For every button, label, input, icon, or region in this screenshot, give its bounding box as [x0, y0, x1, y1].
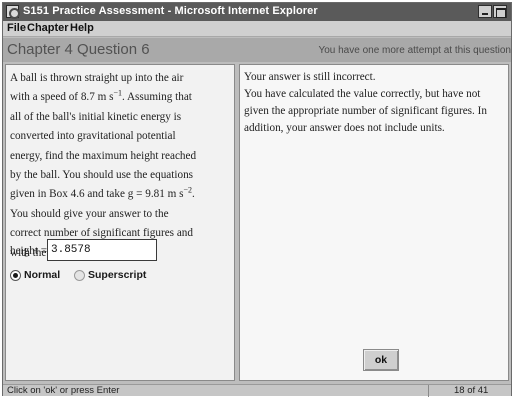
question-line: given in Box 4.6 and take g = 9.81 m s: [10, 188, 184, 201]
unit-exponent: −1: [113, 88, 122, 98]
menu-bar: File Chapter Help: [3, 21, 511, 37]
question-text: A ball is thrown straight up into the ai…: [10, 69, 232, 263]
question-line: converted into gravitational potential: [10, 130, 176, 143]
normal-radio-label[interactable]: Normal: [24, 269, 60, 281]
question-line: You should give your answer to the: [10, 207, 169, 220]
answer-label: height =: [10, 245, 48, 257]
feedback-status: Your answer is still incorrect.: [244, 71, 376, 83]
page-counter: 18 of 41: [454, 385, 489, 396]
menu-help[interactable]: Help: [70, 22, 94, 34]
question-panel: A ball is thrown straight up into the ai…: [5, 64, 235, 381]
question-line: energy, find the maximum height reached: [10, 149, 197, 162]
feedback-text: Your answer is still incorrect. You have…: [244, 69, 506, 137]
feedback-panel: Your answer is still incorrect. You have…: [239, 64, 509, 381]
ok-button[interactable]: ok: [363, 349, 399, 371]
menu-chapter[interactable]: Chapter: [27, 22, 69, 34]
menu-file[interactable]: File: [7, 22, 26, 34]
superscript-radio[interactable]: [74, 270, 85, 281]
status-divider: [428, 385, 429, 397]
window-title: S151 Practice Assessment - Microsoft Int…: [23, 5, 318, 17]
maximize-button[interactable]: [493, 5, 507, 18]
height-input[interactable]: [47, 239, 157, 261]
feedback-detail: You have calculated the value correctly,…: [244, 88, 487, 134]
question-line: all of the ball's initial kinetic energy…: [10, 110, 182, 123]
normal-radio[interactable]: [10, 270, 21, 281]
question-line: with a speed of 8.7 m s: [10, 91, 114, 104]
minimize-button[interactable]: [478, 5, 492, 18]
status-bar: Click on 'ok' or press Enter 18 of 41: [3, 384, 511, 397]
attempt-notice: You have one more attempt at this questi…: [318, 45, 511, 56]
title-bar: S151 Practice Assessment - Microsoft Int…: [3, 3, 511, 21]
answer-row: height =: [10, 239, 232, 263]
chapter-header: Chapter 4 Question 6 You have one more a…: [3, 38, 511, 62]
question-line: A ball is thrown straight up into the ai…: [10, 72, 184, 84]
superscript-radio-label[interactable]: Superscript: [88, 269, 146, 281]
question-line: . Assuming that: [121, 91, 192, 104]
internet-explorer-icon: [6, 5, 20, 19]
unit-exponent: −2: [183, 185, 192, 195]
status-text: Click on 'ok' or press Enter: [7, 385, 120, 396]
chapter-title: Chapter 4 Question 6: [7, 41, 150, 58]
question-line: by the ball. You should use the equation…: [10, 169, 194, 182]
format-options: Normal Superscript: [10, 269, 232, 284]
question-line: .: [192, 188, 195, 201]
browser-window: S151 Practice Assessment - Microsoft Int…: [2, 2, 512, 397]
question-line: correct number of significant figures an…: [10, 227, 193, 240]
